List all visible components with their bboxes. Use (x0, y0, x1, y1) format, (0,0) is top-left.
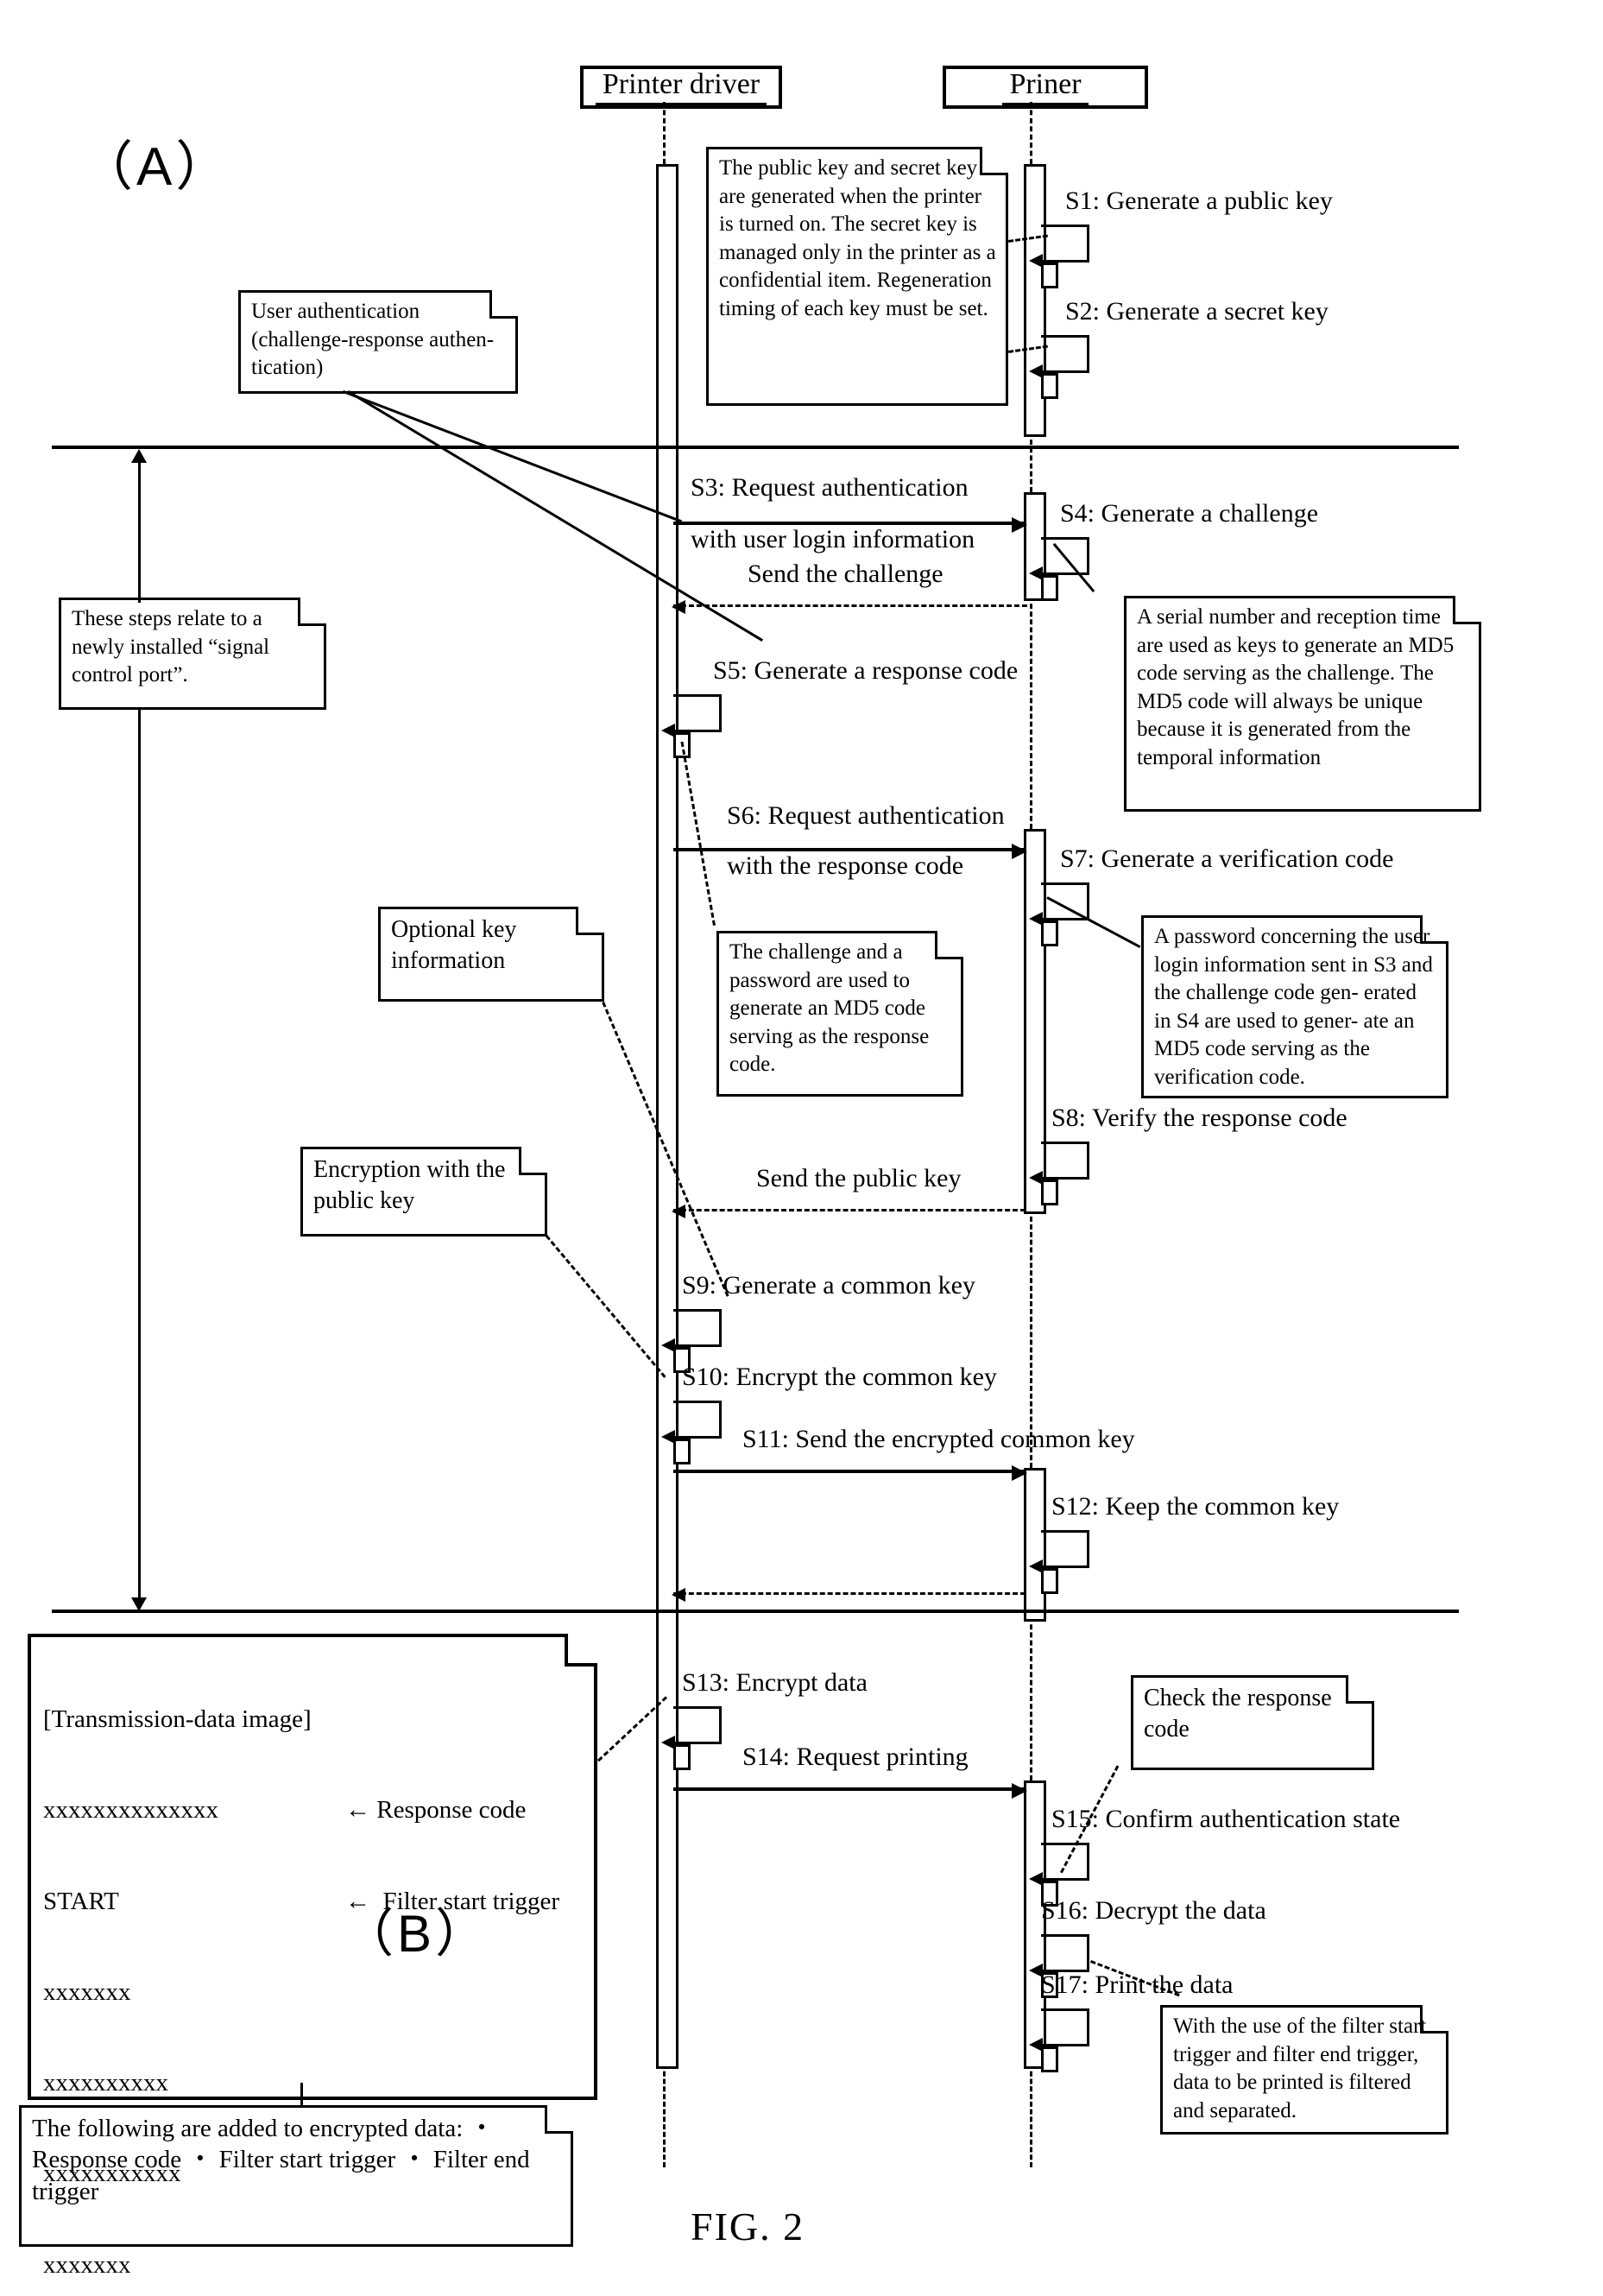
panel-b-label: （B） (341, 1905, 490, 1963)
return-label-send-challenge: Send the challenge (748, 560, 943, 588)
figure-caption: FIG. 2 (691, 2204, 805, 2249)
lifeline-head-printer-driver: Printer driver (580, 66, 782, 109)
note-filter-triggers: With the use of the filter start trigger… (1160, 2005, 1448, 2135)
step-label-s8: S8: Verify the response code (1051, 1104, 1347, 1132)
figure-2-sequence-diagram: （A） Printer driver Priner The public key… (0, 0, 1603, 2296)
step-label-s13: S13: Encrypt data (682, 1668, 868, 1697)
return-arrow-after-s12 (672, 1588, 1026, 1602)
leader-encryption-to-s10 (545, 1235, 666, 1378)
note-user-authentication: User authentication (challenge-response … (238, 290, 518, 394)
step-label-s4: S4: Generate a challenge (1060, 499, 1319, 528)
selfcall-stub-s8 (1041, 1180, 1058, 1205)
selfcall-s2 (1029, 335, 1089, 378)
step-label-s14: S14: Request printing (742, 1743, 969, 1771)
note-challenge-md5: A serial number and reception time are u… (1124, 596, 1481, 812)
panel-a-label: （A） (79, 137, 233, 197)
lifeline-head-printer: Priner (943, 66, 1148, 109)
step-label-s15: S15: Confirm authentication state (1051, 1805, 1401, 1833)
step-label-s5: S5: Generate a response code (713, 656, 1019, 685)
step-label-s3-line2: with user login information (691, 525, 975, 553)
selfcall-s10 (661, 1401, 722, 1444)
note-encryption-public-key: Encryption with the public key (300, 1147, 547, 1237)
selfcall-stub-s7 (1041, 920, 1058, 946)
leader-verification-to-s7 (1046, 896, 1141, 948)
selfcall-s16 (1029, 1934, 1089, 1977)
note-filter-triggers-text: With the use of the filter start trigger… (1173, 2015, 1427, 2122)
note-key-generation-text: The public key and secret key are genera… (719, 156, 996, 320)
signal-port-span-arrow-bottom (131, 1597, 147, 1611)
selfcall-s13 (661, 1706, 722, 1749)
lifeline-label-printer: Priner (1002, 68, 1089, 106)
transmission-data-line-5-text: xxxxxxx (43, 2250, 131, 2279)
selfcall-stub-s13 (673, 1744, 691, 1770)
note-optional-key-information-text: Optional key information (391, 916, 517, 975)
return-arrow-send-challenge (672, 600, 1027, 614)
note-signal-control-port: These steps relate to a newly installed … (59, 598, 326, 710)
step-label-s7: S7: Generate a verification code (1060, 844, 1394, 873)
lifeline-printer-top (1030, 102, 1032, 164)
selfcall-stub-s12 (1041, 1568, 1058, 1594)
selfcall-s1 (1029, 225, 1089, 268)
selfcall-stub-s4 (1041, 575, 1058, 601)
selfcall-stub-s2 (1041, 373, 1058, 399)
message-arrow-s14 (673, 1783, 1027, 1799)
selfcall-s8 (1029, 1142, 1089, 1185)
note-user-authentication-text: User authentication (challenge-response … (251, 300, 495, 379)
selfcall-stub-s17 (1041, 2046, 1058, 2072)
note-signal-control-port-text: These steps relate to a newly installed … (72, 607, 270, 686)
connector-signal-port-note (138, 584, 141, 603)
signal-port-span-arrow-top (131, 449, 147, 463)
step-label-s10: S10: Encrypt the common key (682, 1363, 997, 1391)
selfcall-s9 (661, 1309, 722, 1352)
transmission-data-block: [Transmission-data image] xxxxxxxxxxxxxx… (28, 1634, 597, 2279)
note-check-response-code-text: Check the response code (1144, 1685, 1332, 1743)
transmission-data-line-0-annotation: ← Response code (345, 1796, 527, 1825)
selfcall-s12 (1029, 1530, 1089, 1573)
lifeline-printer-driver-bottom (663, 2064, 666, 2167)
leader-user-auth-to-s6 (347, 390, 764, 642)
message-arrow-s11 (673, 1465, 1027, 1481)
step-label-s6-line2: with the response code (727, 851, 964, 880)
lifeline-printer-gap1 (1030, 432, 1032, 492)
selfcall-s17 (1029, 2008, 1089, 2052)
transmission-data-line-1-text: START (43, 1887, 119, 1915)
selfcall-s5 (661, 694, 722, 737)
step-label-s11: S11: Send the encrypted common key (742, 1425, 1135, 1453)
return-label-send-public-key: Send the public key (756, 1164, 962, 1192)
note-check-response-code: Check the response code (1131, 1675, 1374, 1770)
lifeline-printer-driver-top (663, 102, 666, 164)
return-arrow-send-public-key (672, 1205, 1026, 1218)
section-rule-bottom (52, 1610, 1459, 1613)
step-label-s6: S6: Request authentication (727, 801, 1005, 830)
note-response-md5: The challenge and a password are used to… (716, 931, 963, 1097)
activation-printer-driver (656, 164, 678, 2069)
note-optional-key-information: Optional key information (378, 907, 604, 1002)
leader-user-auth-to-s3 (342, 390, 683, 523)
lifeline-label-printer-driver: Printer driver (595, 68, 767, 106)
lifeline-printer-bottom (1030, 2064, 1032, 2167)
connector-added-data-note (300, 2083, 303, 2107)
transmission-data-title: [Transmission-data image] (43, 1705, 312, 1734)
step-label-s2: S2: Generate a secret key (1065, 297, 1328, 326)
transmission-data-line-0-text: xxxxxxxxxxxxxx (43, 1796, 218, 1825)
note-challenge-md5-text: A serial number and reception time are u… (1137, 605, 1455, 769)
lifeline-printer-gap4 (1030, 1616, 1032, 1781)
selfcall-stub-s10 (673, 1439, 691, 1464)
step-label-s1: S1: Generate a public key (1065, 187, 1333, 215)
note-verification-md5: A password concerning the user login inf… (1141, 915, 1448, 1098)
step-label-s3: S3: Request authentication (691, 473, 969, 502)
lifeline-printer-gap2 (1030, 596, 1032, 829)
note-encryption-public-key-text: Encryption with the public key (313, 1156, 506, 1215)
step-label-s17: S17: Print the data (1041, 1970, 1234, 1999)
note-response-md5-text: The challenge and a password are used to… (729, 940, 930, 1076)
selfcall-stub-s1 (1041, 262, 1058, 288)
transmission-data-line-4-text: xxxxxxxxxxx (43, 2160, 181, 2188)
step-label-s16: S16: Decrypt the data (1041, 1896, 1266, 1925)
section-rule-top (52, 446, 1459, 449)
transmission-data-line-2-text: xxxxxxx (43, 1977, 131, 2006)
leader-response-md5-to-s5 (680, 741, 716, 926)
note-key-generation: The public key and secret key are genera… (706, 147, 1008, 406)
note-verification-md5-text: A password concerning the user login inf… (1154, 925, 1433, 1089)
step-label-s12: S12: Keep the common key (1051, 1492, 1340, 1521)
